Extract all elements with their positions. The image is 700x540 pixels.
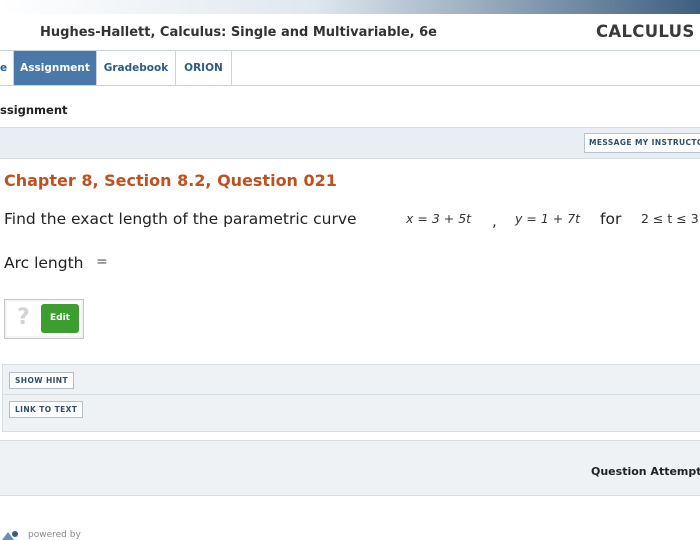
brand-logo: CALCULUS <box>596 22 695 41</box>
x-equation: x = 3 + 5t <box>406 211 472 226</box>
powered-by-logo-icon <box>2 531 18 540</box>
question-prompt: Find the exact length of the parametric … <box>4 210 357 228</box>
book-header: Hughes-Hallett, Calculus: Single and Mul… <box>0 14 700 50</box>
question-attempts-label: Question Attempts <box>591 465 700 478</box>
message-instructor-button[interactable]: MESSAGE MY INSTRUCTOR <box>584 133 700 153</box>
edit-button[interactable]: Edit <box>41 304 79 333</box>
message-bar: MESSAGE MY INSTRUCTOR <box>0 127 700 159</box>
question-mark-icon: ? <box>17 305 30 330</box>
divider <box>3 394 700 395</box>
equation-separator: , <box>492 212 497 230</box>
nav-tabs: e Assignment Gradebook ORION <box>0 50 700 86</box>
book-title: Hughes-Hallett, Calculus: Single and Mul… <box>40 25 437 40</box>
question-title: Chapter 8, Section 8.2, Question 021 <box>4 171 337 190</box>
tab-orion[interactable]: ORION <box>176 51 232 85</box>
for-word: for <box>600 210 622 228</box>
tab-assignment[interactable]: Assignment <box>14 51 97 85</box>
answer-input[interactable]: ? Edit <box>4 299 84 339</box>
y-equation: y = 1 + 7t <box>515 211 581 226</box>
attempts-panel: Question Attempts <box>0 440 700 496</box>
help-panel: SHOW HINT LINK TO TEXT <box>2 364 700 432</box>
show-hint-button[interactable]: SHOW HINT <box>9 372 74 389</box>
tab-gradebook[interactable]: Gradebook <box>97 51 176 85</box>
tab-home[interactable]: e <box>0 51 14 85</box>
link-to-text-button[interactable]: LINK TO TEXT <box>9 401 84 418</box>
equals-sign: = <box>96 254 108 270</box>
top-banner <box>0 0 700 14</box>
parameter-range: 2 ≤ t ≤ 3 <box>641 211 699 226</box>
breadcrumb: ssignment <box>0 103 68 117</box>
powered-by-text: powered by <box>28 530 81 540</box>
answer-label: Arc length <box>4 254 84 272</box>
